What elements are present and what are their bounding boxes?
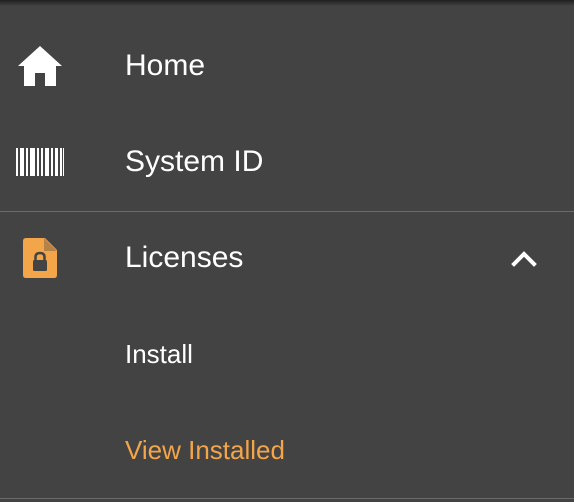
license-lock-icon — [16, 234, 64, 282]
navigation-drawer: Home System ID Licenses Install View Ins… — [0, 0, 574, 502]
barcode-icon — [16, 138, 64, 186]
divider — [0, 498, 574, 499]
nav-subitem-install[interactable]: Install — [0, 306, 574, 402]
nav-item-licenses[interactable]: Licenses — [0, 210, 574, 306]
nav-subitem-label: Install — [125, 339, 193, 369]
nav-subitem-view-installed[interactable]: View Installed — [0, 402, 574, 498]
nav-item-label: Home — [125, 49, 206, 82]
nav-item-system-id[interactable]: System ID — [0, 114, 574, 210]
nav-item-home[interactable]: Home — [0, 18, 574, 114]
top-shadow — [0, 0, 574, 6]
home-icon — [16, 42, 64, 90]
nav-item-label: System ID — [125, 145, 264, 178]
nav-subitem-label: View Installed — [125, 435, 285, 465]
nav-item-label: Licenses — [125, 241, 244, 274]
chevron-up-icon[interactable] — [506, 246, 542, 270]
